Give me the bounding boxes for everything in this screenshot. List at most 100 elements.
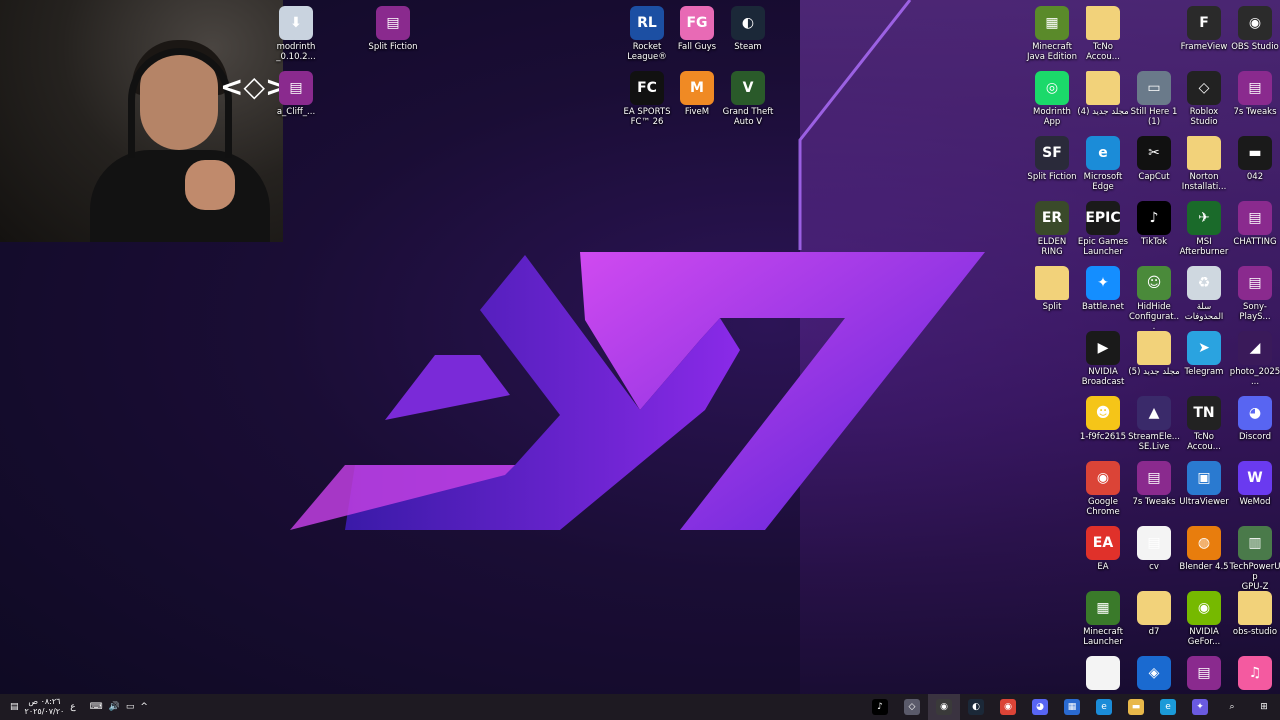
- obs-glyph-icon: ◉: [936, 699, 952, 715]
- desktop-icon[interactable]: ▲ StreamEle... SE.Live: [1128, 396, 1180, 452]
- chrome-taskbar-icon[interactable]: ◉: [992, 694, 1024, 720]
- desktop-icon[interactable]: ▣ UltraViewer: [1178, 461, 1230, 507]
- desktop-icon[interactable]: V Grand Theft Auto V: [722, 71, 774, 127]
- desktop-icon[interactable]: RL Rocket League®: [621, 6, 673, 62]
- tiktok-taskbar-icon[interactable]: ♪: [864, 694, 896, 720]
- desktop-icon-label: Fall Guys: [677, 42, 717, 52]
- nvidia-geforce-icon: ◉: [1187, 591, 1221, 625]
- desktop-icon[interactable]: ER ELDEN RING: [1026, 201, 1078, 257]
- desktop-icon[interactable]: d7: [1128, 591, 1180, 637]
- desktop-icon-label: EA SPORTS FC™ 26: [623, 107, 671, 127]
- desktop-icon[interactable]: ◢ photo_2025...: [1229, 331, 1280, 387]
- edge-taskbar-icon[interactable]: e: [1088, 694, 1120, 720]
- clock[interactable]: ٠٨:٢٦ ص ٢٠٢٥/٠٧/٢٠: [25, 697, 65, 717]
- desktop-icon-label: 7s Tweaks: [1233, 107, 1277, 117]
- desktop-icon[interactable]: ◉ NVIDIA GeFor...: [1178, 591, 1230, 647]
- desktop-icon[interactable]: ▦ Minecraft Launcher: [1077, 591, 1129, 647]
- obs-taskbar-icon[interactable]: ◉: [928, 694, 960, 720]
- desktop-icon[interactable]: Split: [1026, 266, 1078, 312]
- steam-taskbar-icon[interactable]: ◐: [960, 694, 992, 720]
- desktop-icon[interactable]: ◎ Modrinth App: [1026, 71, 1078, 127]
- steam-icon: ◐: [731, 6, 765, 40]
- desktop-icon[interactable]: ✦ Battle.net: [1077, 266, 1129, 312]
- desktop-icon[interactable]: ◈: [1128, 656, 1180, 692]
- app-icon: ◈: [1137, 656, 1171, 690]
- desktop-icon[interactable]: ▬ 042: [1229, 136, 1280, 182]
- desktop-icon[interactable]: obs-studio: [1229, 591, 1280, 637]
- desktop-icon[interactable]: FC EA SPORTS FC™ 26: [621, 71, 673, 127]
- desktop-icon[interactable]: ▤: [1178, 656, 1230, 692]
- desktop-icon[interactable]: Norton Installati...: [1178, 136, 1230, 192]
- minecraft-java-icon: ▦: [1035, 6, 1069, 40]
- chevron-up-icon[interactable]: ^: [140, 702, 148, 712]
- recycle-bin-icon: ♻: [1187, 266, 1221, 300]
- desktop-icon[interactable]: W WeMod: [1229, 461, 1280, 507]
- battlenet-icon: ✦: [1086, 266, 1120, 300]
- app-taskbar-icon[interactable]: ◇: [896, 694, 928, 720]
- desktop-icon-label: UltraViewer: [1179, 497, 1229, 507]
- desktop-icon[interactable]: ♻ سلة المحذوفات: [1178, 266, 1230, 322]
- desktop-icon[interactable]: FG Fall Guys: [671, 6, 723, 52]
- ultraviewer-icon: ▣: [1187, 461, 1221, 495]
- desktop-icon[interactable]: ▶ NVIDIA Broadcast: [1077, 331, 1129, 387]
- desktop-icon-label: CapCut: [1138, 172, 1170, 182]
- desktop-icon[interactable]: ▤ 7s Tweaks: [1128, 461, 1180, 507]
- desktop-icon[interactable]: مجلد جديد (5): [1128, 331, 1180, 377]
- language-indicator[interactable]: ع: [70, 702, 75, 712]
- notification-icon[interactable]: ▤: [10, 702, 19, 712]
- desktop-icon[interactable]: ▥ TechPowerUp GPU-Z: [1229, 526, 1280, 592]
- winrar-icon: ▤: [279, 71, 313, 105]
- desktop-icon[interactable]: ◉ Google Chrome: [1077, 461, 1129, 517]
- desktop-icon[interactable]: [1077, 656, 1129, 692]
- desktop-icon[interactable]: ▤ CHATTING: [1229, 201, 1280, 247]
- network-icon[interactable]: ▭: [126, 702, 135, 712]
- file-explorer-taskbar-icon[interactable]: ▬: [1120, 694, 1152, 720]
- desktop-icon-label: cv: [1149, 562, 1159, 572]
- desktop-icon-label: Modrinth App: [1033, 107, 1071, 127]
- desktop-icon[interactable]: ✈ MSI Afterburner: [1178, 201, 1230, 257]
- desktop-icon[interactable]: ▤ cv: [1128, 526, 1180, 572]
- desktop-icon[interactable]: EA EA: [1077, 526, 1129, 572]
- desktop-icon[interactable]: TcNo Accou...: [1077, 6, 1129, 62]
- desktop-icon[interactable]: ⬇ modrinth _0.10.2...: [270, 6, 322, 62]
- volume-icon[interactable]: 🔊: [109, 702, 120, 712]
- desktop-icon-label: TikTok: [1140, 237, 1168, 247]
- desktop-icon[interactable]: ♫: [1229, 656, 1280, 692]
- desktop-icon[interactable]: ◍ Blender 4.5: [1178, 526, 1230, 572]
- desktop-icon[interactable]: ▤ Sony- PlayS...: [1229, 266, 1280, 322]
- desktop-icon[interactable]: ▦ Minecraft Java Edition: [1026, 6, 1078, 62]
- search-taskbar-icon[interactable]: ⌕: [1216, 694, 1248, 720]
- desktop-icon[interactable]: ◉ OBS Studio: [1229, 6, 1280, 52]
- desktop-icon[interactable]: ◐ Steam: [722, 6, 774, 52]
- edge-alt-taskbar-icon[interactable]: e: [1152, 694, 1184, 720]
- desktop-icon[interactable]: EPIC Epic Games Launcher: [1077, 201, 1129, 257]
- desktop-icon[interactable]: e Microsoft Edge: [1077, 136, 1129, 192]
- copilot-taskbar-icon[interactable]: ✦: [1184, 694, 1216, 720]
- desktop-icon[interactable]: ☺ HidHide Configurat...: [1128, 266, 1180, 332]
- desktop-icon[interactable]: ◇ Roblox Studio: [1178, 71, 1230, 127]
- desktop-icon[interactable]: M FiveM: [671, 71, 723, 117]
- desktop-icon[interactable]: ▤ 7s Tweaks: [1229, 71, 1280, 117]
- keyboard-icon[interactable]: ⌨: [90, 702, 103, 712]
- desktop-icon[interactable]: ▤ Split Fiction: [367, 6, 419, 52]
- desktop-icon[interactable]: F FrameView: [1178, 6, 1230, 52]
- desktop-icon[interactable]: ▤ a_Cliff_...: [270, 71, 322, 117]
- desktop-icon[interactable]: ➤ Telegram: [1178, 331, 1230, 377]
- folder-icon: [1137, 331, 1171, 365]
- start-taskbar-icon[interactable]: ⊞: [1248, 694, 1280, 720]
- desktop-icon[interactable]: ◕ Discord: [1229, 396, 1280, 442]
- desktop-icon[interactable]: مجلد جديد (4): [1077, 71, 1129, 117]
- desktop-icon[interactable]: ☻ 1-f9fc2615: [1077, 396, 1129, 442]
- video-thumb-icon: ▭: [1137, 71, 1171, 105]
- desktop-icon[interactable]: ▭ Still Here 1 (1): [1128, 71, 1180, 127]
- desktop-icon[interactable]: ✂ CapCut: [1128, 136, 1180, 182]
- desktop-icon[interactable]: SF Split Fiction: [1026, 136, 1078, 182]
- desktop-icon[interactable]: ♪ TikTok: [1128, 201, 1180, 247]
- folder-icon: [1086, 71, 1120, 105]
- webcam-person-body: [90, 150, 270, 242]
- desktop-icon-label: Steam: [734, 42, 762, 52]
- desktop-icon[interactable]: TN TcNo Accou...: [1178, 396, 1230, 452]
- document-icon: [1137, 591, 1171, 625]
- store-taskbar-icon[interactable]: ▦: [1056, 694, 1088, 720]
- discord-taskbar-icon[interactable]: ◕: [1024, 694, 1056, 720]
